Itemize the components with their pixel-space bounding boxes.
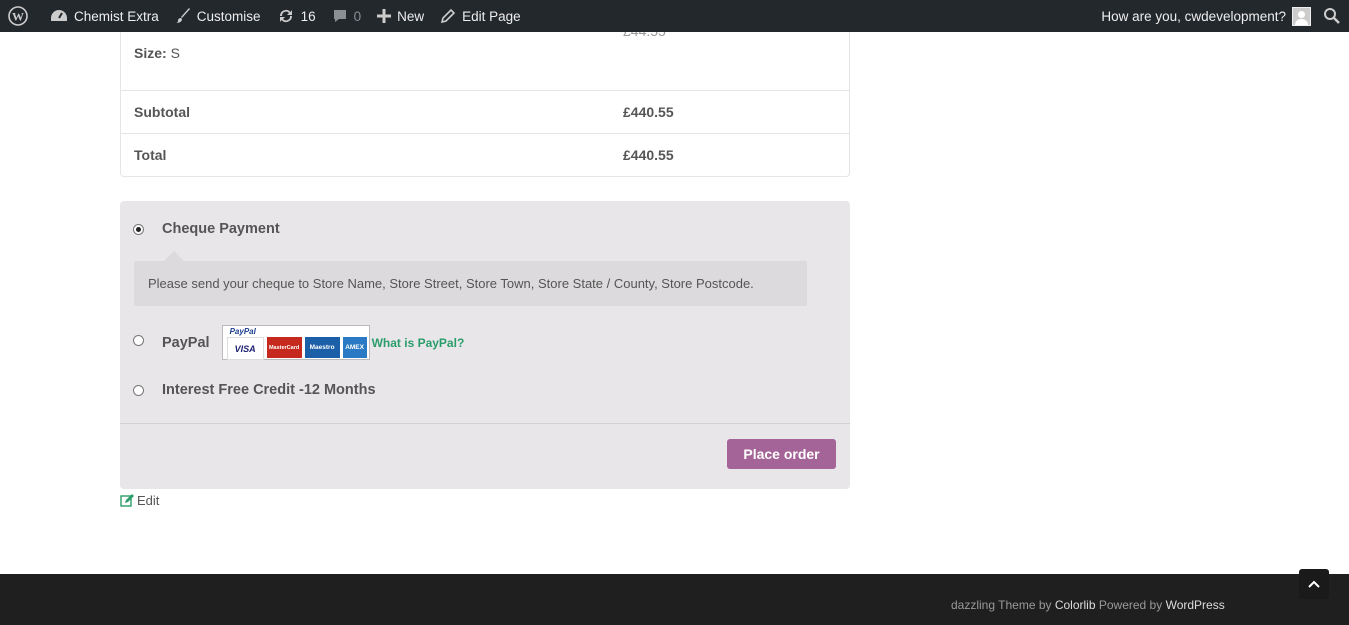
greeting: How are you, cwdevelopment? [1101, 8, 1286, 24]
updates-count: 16 [300, 8, 316, 24]
credit-label: Interest Free Credit -12 Months [162, 382, 376, 398]
edit-label: Edit [137, 493, 160, 508]
comments-button[interactable]: 0 [324, 0, 370, 32]
cheque-description-text: Please send your cheque to Store Name, S… [148, 276, 754, 291]
maestro-card-icon: Maestro [304, 337, 340, 358]
edit-link[interactable]: Edit [120, 493, 159, 508]
payment-divider [120, 423, 850, 424]
credit-radio[interactable] [133, 384, 144, 396]
row-divider [121, 90, 849, 91]
payment-methods-box: Cheque Payment Please send your cheque t… [120, 201, 850, 489]
total-value: £440.55 [623, 147, 674, 163]
subtotal-value: £440.55 [623, 104, 674, 120]
brush-icon [175, 8, 191, 24]
visa-card-icon: VISA [226, 337, 264, 360]
new-label: New [397, 8, 425, 24]
cheque-radio[interactable] [133, 223, 144, 235]
customise-button[interactable]: Customise [167, 0, 269, 32]
payment-method-cheque[interactable]: Cheque Payment [133, 221, 280, 237]
customise-label: Customise [196, 8, 261, 24]
site-name-menu[interactable]: Chemist Extra [42, 0, 167, 32]
place-order-button[interactable]: Place order [727, 439, 836, 469]
mastercard-card-icon: MasterCard [266, 337, 302, 358]
admin-bar: W Chemist Extra Customise 16 0 New Edit … [0, 0, 1349, 32]
avatar [1292, 6, 1311, 26]
paypal-acceptance-logo: PayPal VISA MasterCard Maestro AMEX [221, 325, 370, 360]
dashboard-icon [50, 8, 68, 24]
pencil-icon [440, 8, 456, 24]
scroll-to-top-button[interactable] [1299, 569, 1329, 599]
subtotal-label: Subtotal [134, 104, 190, 120]
paypal-label: PayPal [162, 334, 210, 351]
theme-credit: dazzling Theme by [951, 598, 1055, 612]
total-label: Total [134, 147, 167, 163]
updates-icon [277, 8, 295, 24]
comment-icon [332, 8, 348, 24]
colorlib-link[interactable]: Colorlib [1055, 598, 1096, 612]
site-name: Chemist Extra [74, 8, 159, 24]
footer-credits: dazzling Theme by Colorlib Powered by Wo… [951, 598, 1225, 612]
svg-text:W: W [12, 10, 24, 24]
search-icon [1323, 7, 1341, 25]
wordpress-logo-button[interactable]: W [0, 0, 42, 32]
comments-count: 0 [353, 8, 362, 24]
edit-page-label: Edit Page [462, 8, 521, 24]
row-divider [121, 133, 849, 134]
wordpress-icon: W [8, 6, 28, 26]
edit-page-button[interactable]: Edit Page [432, 0, 529, 32]
edit-icon [120, 493, 134, 508]
payment-method-paypal[interactable]: PayPal PayPal VISA MasterCard Maestro AM… [133, 325, 464, 360]
updates-button[interactable]: 16 [269, 0, 324, 32]
new-button[interactable]: New [369, 0, 432, 32]
cheque-label: Cheque Payment [162, 221, 280, 237]
account-menu[interactable]: How are you, cwdevelopment? [1093, 0, 1323, 32]
what-is-paypal-link[interactable]: What is PayPal? [372, 336, 465, 350]
paypal-radio[interactable] [133, 335, 144, 346]
size-value: S [170, 45, 180, 61]
chevron-up-icon [1308, 580, 1320, 588]
size-label: Size: [134, 45, 167, 61]
cheque-description: Please send your cheque to Store Name, S… [134, 251, 807, 306]
payment-method-credit[interactable]: Interest Free Credit -12 Months [133, 382, 376, 398]
wordpress-link[interactable]: WordPress [1166, 598, 1225, 612]
admin-search-button[interactable] [1323, 0, 1349, 32]
powered-by: Powered by [1095, 598, 1166, 612]
paypal-logo-text: PayPal [229, 327, 256, 336]
plus-icon [377, 9, 392, 23]
amex-card-icon: AMEX [342, 337, 367, 358]
site-footer: dazzling Theme by Colorlib Powered by Wo… [0, 574, 1349, 625]
